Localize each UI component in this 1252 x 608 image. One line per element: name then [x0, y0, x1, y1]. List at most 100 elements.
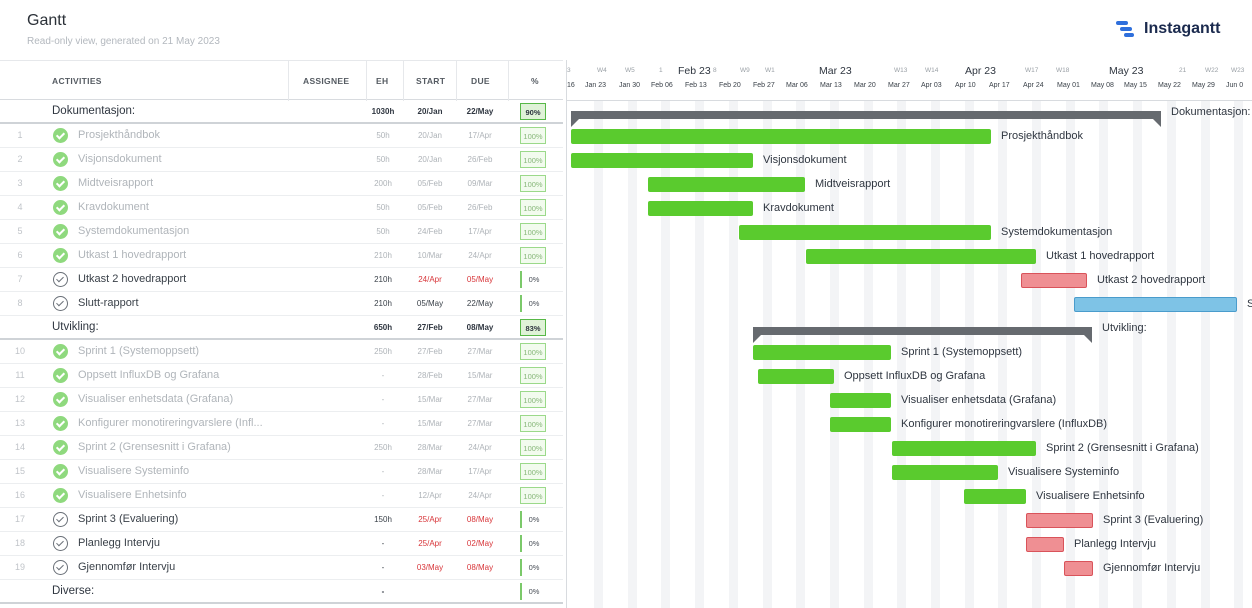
column-header-start[interactable]: START: [416, 61, 445, 101]
table-row[interactable]: 6 Utkast 1 hovedrapport 210h 10/Mar 24/Apr 10…: [0, 244, 563, 268]
effort-hours: 50h: [376, 131, 390, 140]
start-date: 15/Mar: [417, 395, 443, 404]
activity-name[interactable]: Dokumentasjon:: [52, 100, 262, 123]
task-bar[interactable]: [571, 129, 991, 144]
table-row[interactable]: 11 Oppsett InfluxDB og Grafana - 28/Feb 15/M…: [0, 364, 563, 388]
completed-check-icon[interactable]: [53, 248, 68, 263]
table-row[interactable]: 13 Konfigurer monotireringvarslere (Infl.…: [0, 412, 563, 436]
activity-name[interactable]: Utvikling:: [52, 316, 262, 339]
completed-check-icon[interactable]: [53, 392, 68, 407]
table-row[interactable]: 10 Sprint 1 (Systemoppsett) 250h 27/Feb 27/M…: [0, 340, 563, 364]
task-bar[interactable]: [964, 489, 1026, 504]
table-row[interactable]: 16 Visualisere Enhetsinfo - 12/Apr 24/Apr 100…: [0, 484, 563, 508]
task-bar[interactable]: [739, 225, 991, 240]
incomplete-check-icon[interactable]: [53, 560, 68, 575]
activity-name[interactable]: Sprint 2 (Grensesnitt i Grafana): [78, 436, 288, 459]
table-row[interactable]: 8 Slutt-rapport 210h 05/May 22/May 0%: [0, 292, 563, 316]
task-bar[interactable]: [830, 393, 891, 408]
task-bar[interactable]: [1064, 561, 1093, 576]
table-row[interactable]: 19 Gjennomfør Intervju - 03/May 08/May 0%: [0, 556, 563, 580]
table-row[interactable]: 17 Sprint 3 (Evaluering) 150h 25/Apr 08/May 0…: [0, 508, 563, 532]
table-row[interactable]: 14 Sprint 2 (Grensesnitt i Grafana) 250h 28…: [0, 436, 563, 460]
activity-name[interactable]: Midtveisrapport: [78, 172, 288, 195]
completed-check-icon[interactable]: [53, 152, 68, 167]
task-bar[interactable]: [648, 177, 805, 192]
table-row[interactable]: 2 Visjonsdokument 50h 20/Jan 26/Feb 100%: [0, 148, 563, 172]
task-bar[interactable]: [830, 417, 891, 432]
activity-name[interactable]: Sprint 3 (Evaluering): [78, 508, 288, 531]
completed-check-icon[interactable]: [53, 440, 68, 455]
activity-name[interactable]: Utkast 2 hovedrapport: [78, 268, 288, 291]
activity-name[interactable]: Slutt-rapport: [78, 292, 288, 315]
progress-percent: 83%: [520, 319, 546, 336]
column-header-percent[interactable]: %: [531, 61, 539, 101]
column-header-eh[interactable]: EH: [376, 61, 388, 101]
table-row[interactable]: 12 Visualiser enhetsdata (Grafana) - 15/Mar…: [0, 388, 563, 412]
task-bar[interactable]: [892, 465, 998, 480]
activity-name[interactable]: Kravdokument: [78, 196, 288, 219]
task-bar[interactable]: [1074, 297, 1237, 312]
activity-name[interactable]: Visualisere Enhetsinfo: [78, 484, 288, 507]
start-date: 27/Feb: [417, 347, 443, 356]
task-bar[interactable]: [1026, 537, 1064, 552]
activity-name[interactable]: Utkast 1 hovedrapport: [78, 244, 288, 267]
progress-percent: 0%: [520, 271, 546, 288]
task-bar[interactable]: [753, 345, 891, 360]
table-row[interactable]: 15 Visualisere Systeminfo - 28/Mar 17/Apr 100…: [0, 460, 563, 484]
completed-check-icon[interactable]: [53, 344, 68, 359]
gantt-chart: 3 W4 W5 1 8 W9 W1 W13 W14 W17 W18 21 W22 W23 Feb 23 Mar…: [566, 60, 1252, 608]
row-number: [0, 100, 40, 123]
task-bar-label: Kravdokument: [763, 202, 834, 214]
start-date: 15/Mar: [417, 419, 443, 428]
table-group-row[interactable]: Diverse: - 0%: [0, 580, 563, 604]
completed-check-icon[interactable]: [53, 416, 68, 431]
table-row[interactable]: 18 Planlegg Intervju - 25/Apr 02/May 0%: [0, 532, 563, 556]
task-bar[interactable]: [1021, 273, 1087, 288]
summary-bar[interactable]: [571, 111, 1161, 127]
incomplete-check-icon[interactable]: [53, 272, 68, 287]
task-bar[interactable]: [806, 249, 1036, 264]
task-bar[interactable]: [758, 369, 834, 384]
table-row[interactable]: 7 Utkast 2 hovedrapport 210h 24/Apr 05/May 0%: [0, 268, 563, 292]
task-bar[interactable]: [571, 153, 753, 168]
completed-check-icon[interactable]: [53, 368, 68, 383]
activity-name[interactable]: Systemdokumentasjon: [78, 220, 288, 243]
completed-check-icon[interactable]: [53, 464, 68, 479]
table-row[interactable]: 3 Midtveisrapport 200h 05/Feb 09/Mar 100%: [0, 172, 563, 196]
completed-check-icon[interactable]: [53, 128, 68, 143]
activity-name[interactable]: Oppsett InfluxDB og Grafana: [78, 364, 288, 387]
activity-name[interactable]: Visualisere Systeminfo: [78, 460, 288, 483]
activity-name[interactable]: Gjennomfør Intervju: [78, 556, 288, 579]
incomplete-check-icon[interactable]: [53, 296, 68, 311]
column-header-assignee[interactable]: ASSIGNEE: [303, 61, 349, 101]
activity-name[interactable]: Sprint 1 (Systemoppsett): [78, 340, 288, 363]
table-row[interactable]: 4 Kravdokument 50h 05/Feb 26/Feb 100%: [0, 196, 563, 220]
table-row[interactable]: 5 Systemdokumentasjon 50h 24/Feb 17/Apr 100%: [0, 220, 563, 244]
completed-check-icon[interactable]: [53, 224, 68, 239]
summary-bar[interactable]: [753, 327, 1092, 343]
incomplete-check-icon[interactable]: [53, 512, 68, 527]
activity-name[interactable]: Konfigurer monotireringvarslere (Infl...: [78, 412, 288, 435]
completed-check-icon[interactable]: [53, 200, 68, 215]
activity-name[interactable]: Diverse:: [52, 580, 262, 603]
activity-name[interactable]: Visjonsdokument: [78, 148, 288, 171]
completed-check-icon[interactable]: [53, 488, 68, 503]
activity-name[interactable]: Prosjekthåndbok: [78, 124, 288, 147]
task-bar[interactable]: [1026, 513, 1093, 528]
task-bar[interactable]: [892, 441, 1036, 456]
task-bar-label: Visualiser enhetsdata (Grafana): [901, 394, 1057, 406]
activity-name[interactable]: Planlegg Intervju: [78, 532, 288, 555]
timeline-week-date: Mar 20: [854, 82, 876, 89]
table-row[interactable]: 1 Prosjekthåndbok 50h 20/Jan 17/Apr 100%: [0, 124, 563, 148]
column-header-activities[interactable]: ACTIVITIES: [52, 61, 102, 101]
incomplete-check-icon[interactable]: [53, 536, 68, 551]
row-number: 17: [14, 514, 25, 524]
activity-name[interactable]: Visualiser enhetsdata (Grafana): [78, 388, 288, 411]
column-header-due[interactable]: DUE: [471, 61, 490, 101]
table-group-row[interactable]: Utvikling: 650h 27/Feb 08/May 83%: [0, 316, 563, 340]
task-bar[interactable]: [648, 201, 753, 216]
start-date: 24/Apr: [418, 275, 442, 284]
effort-hours: -: [381, 563, 385, 572]
completed-check-icon[interactable]: [53, 176, 68, 191]
table-group-row[interactable]: Dokumentasjon: 1030h 20/Jan 22/May 90%: [0, 100, 563, 124]
